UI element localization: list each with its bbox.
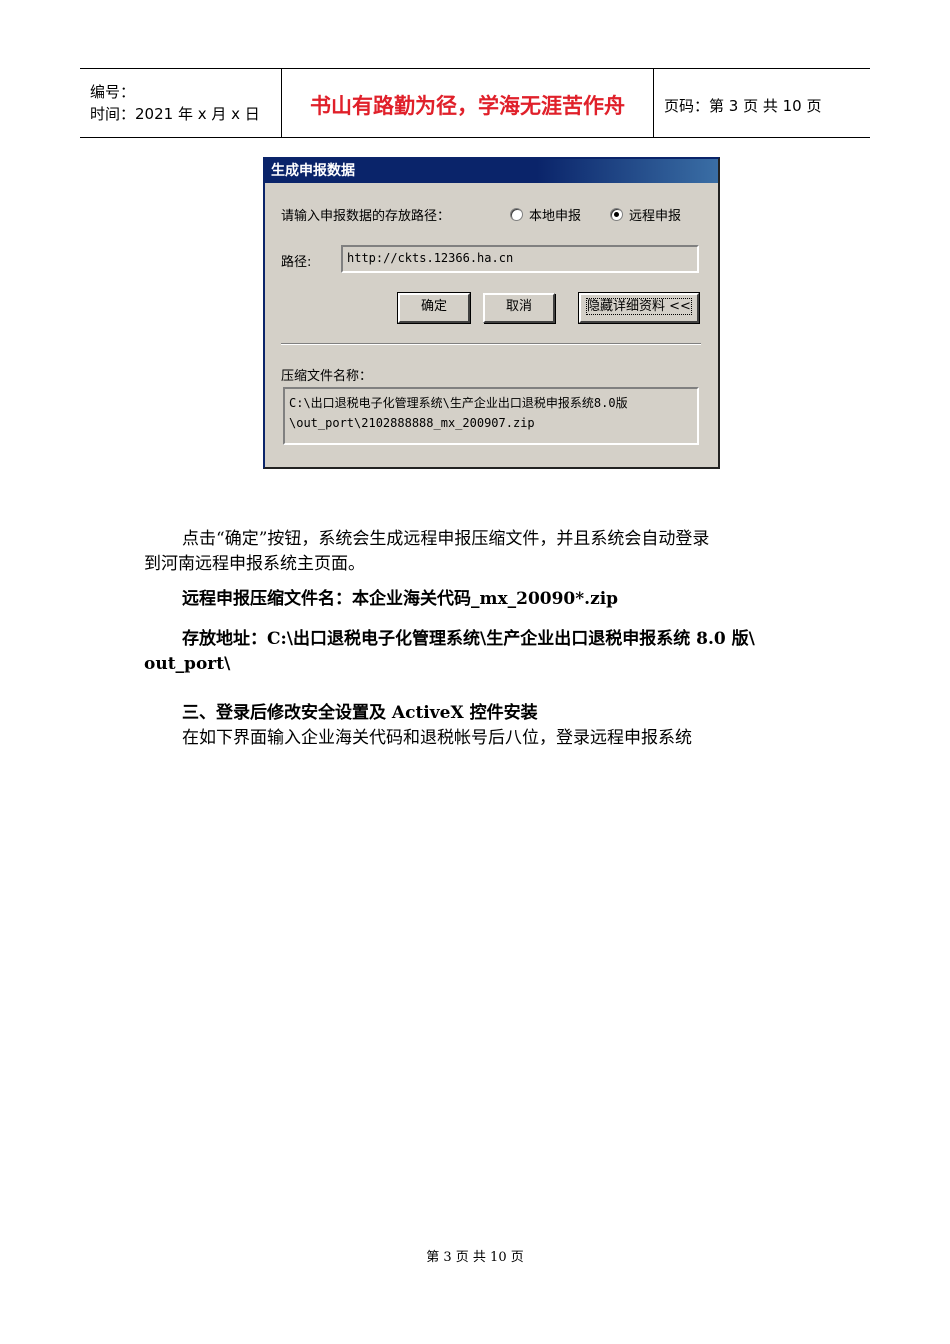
radio-remote[interactable]: 远程申报 bbox=[610, 205, 681, 224]
hide-details-label: 隐藏详细资料 << bbox=[586, 298, 692, 315]
radio-local[interactable]: 本地申报 bbox=[510, 205, 581, 224]
header-motto: 书山有路勤为径，学海无涯苦作舟 bbox=[282, 69, 654, 137]
radio-remote-label: 远程申报 bbox=[629, 209, 682, 224]
page-header: 编号： 时间：2021 年 x 月 x 日 书山有路勤为径，学海无涯苦作舟 页码… bbox=[80, 68, 870, 138]
ok-button[interactable]: 确定 bbox=[397, 292, 471, 324]
dialog-title: 生成申报数据 bbox=[265, 159, 718, 183]
hide-details-button[interactable]: 隐藏详细资料 << bbox=[578, 292, 700, 324]
radio-local-label: 本地申报 bbox=[529, 209, 582, 224]
radio-local-circle[interactable] bbox=[510, 208, 523, 221]
header-page-info: 页码：第 3 页 共 10 页 bbox=[664, 96, 822, 115]
header-meta: 编号： 时间：2021 年 x 月 x 日 bbox=[80, 69, 282, 137]
path-label: 路径: bbox=[281, 255, 312, 270]
zip-name-label: 压缩文件名称： bbox=[281, 369, 373, 384]
zip-name-line2: \out_port\2102888888_mx_200907.zip bbox=[289, 416, 535, 430]
number-label: 编号： bbox=[90, 83, 136, 101]
page-footer: 第 3 页 共 10 页 bbox=[426, 1250, 524, 1265]
radio-remote-circle[interactable] bbox=[610, 208, 623, 221]
cancel-button[interactable]: 取消 bbox=[483, 293, 555, 323]
time-label: 时间：2021 年 x 月 x 日 bbox=[90, 105, 260, 123]
generate-report-dialog: 生成申报数据 请输入申报数据的存放路径： 本地申报 远程申报 路径: http:… bbox=[263, 157, 720, 469]
section3-text: 在如下界面输入企业海关代码和退税帐号后八位，登录远程申报系统 bbox=[182, 728, 692, 748]
dialog-separator bbox=[281, 343, 701, 345]
para1-line1: 点击“确定”按钮，系统会生成远程申报压缩文件，并且系统会自动登录 bbox=[182, 529, 710, 549]
para1-line2: 到河南远程申报系统主页面。 bbox=[144, 554, 365, 574]
store-path-line2: out_port\ bbox=[144, 654, 231, 674]
store-path-line1: 存放地址：C:\出口退税电子化管理系统\生产企业出口退税申报系统 8.0 版\ bbox=[182, 629, 755, 649]
zip-file-name: 远程申报压缩文件名：本企业海关代码_mx_20090*.zip bbox=[182, 589, 619, 609]
path-prompt: 请输入申报数据的存放路径： bbox=[281, 209, 451, 224]
zip-name-line1: C:\出口退税电子化管理系统\生产企业出口退税申报系统8.0版 bbox=[289, 396, 628, 410]
path-input[interactable]: http://ckts.12366.ha.cn bbox=[341, 245, 699, 273]
zip-name-field[interactable]: C:\出口退税电子化管理系统\生产企业出口退税申报系统8.0版 \out_por… bbox=[283, 387, 699, 445]
section3-heading: 三、登录后修改安全设置及 ActiveX 控件安装 bbox=[182, 703, 538, 723]
